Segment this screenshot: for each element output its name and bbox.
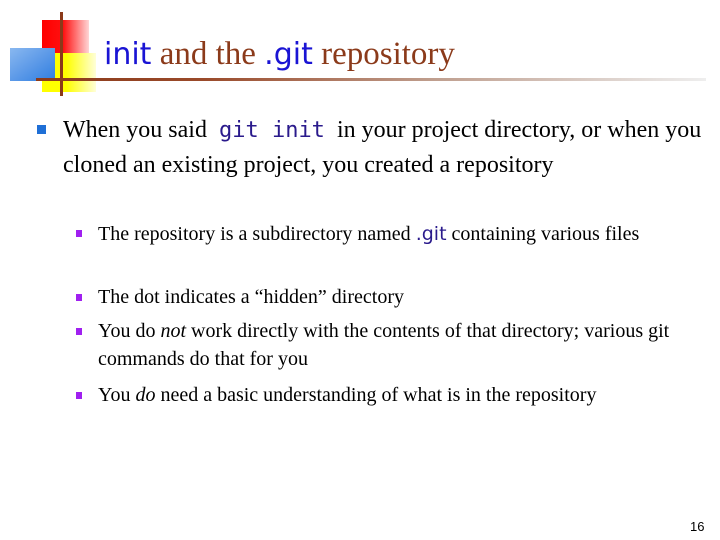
- sub-bullet-item: You do need a basic understanding of wha…: [98, 381, 710, 409]
- sub-bullet-icon: [76, 294, 82, 301]
- emphasis-text: not: [160, 320, 187, 342]
- title-underline: [36, 78, 706, 81]
- bullet-icon: [37, 125, 46, 134]
- slide-title: init and the .git repository: [104, 34, 455, 75]
- main-bullet-text: When you said git init in your project d…: [63, 113, 713, 182]
- text-segment: When you said: [63, 117, 213, 143]
- logo-blue-square: [10, 48, 55, 81]
- inline-code: git init: [218, 118, 325, 143]
- sub-bullet-item: You do not work directly with the conten…: [98, 317, 710, 373]
- sub-bullet-icon: [76, 328, 82, 335]
- text-segment: The dot indicates a “hidden” directory: [98, 286, 404, 308]
- title-text: repository: [312, 36, 455, 72]
- sub-bullet-icon: [76, 392, 82, 399]
- title-code-git: .git: [264, 37, 313, 72]
- slide-logo: [0, 0, 110, 100]
- sub-bullet-icon: [76, 230, 82, 237]
- inline-code: .git: [415, 223, 447, 245]
- text-segment: You do: [98, 320, 161, 342]
- emphasis-text: do: [135, 384, 156, 406]
- text-segment: need a basic understanding of what is in…: [155, 384, 597, 406]
- text-segment: containing various files: [446, 223, 640, 245]
- page-number: 16: [690, 519, 705, 534]
- sub-bullet-item: The dot indicates a “hidden” directory: [98, 283, 710, 311]
- sub-bullet-item: The repository is a subdirectory named .…: [98, 220, 710, 248]
- text-segment: You: [98, 384, 136, 406]
- title-text: and the: [151, 36, 265, 72]
- title-code-init: init: [104, 37, 152, 72]
- logo-vertical-line: [60, 12, 63, 96]
- text-segment: The repository is a subdirectory named: [98, 223, 416, 245]
